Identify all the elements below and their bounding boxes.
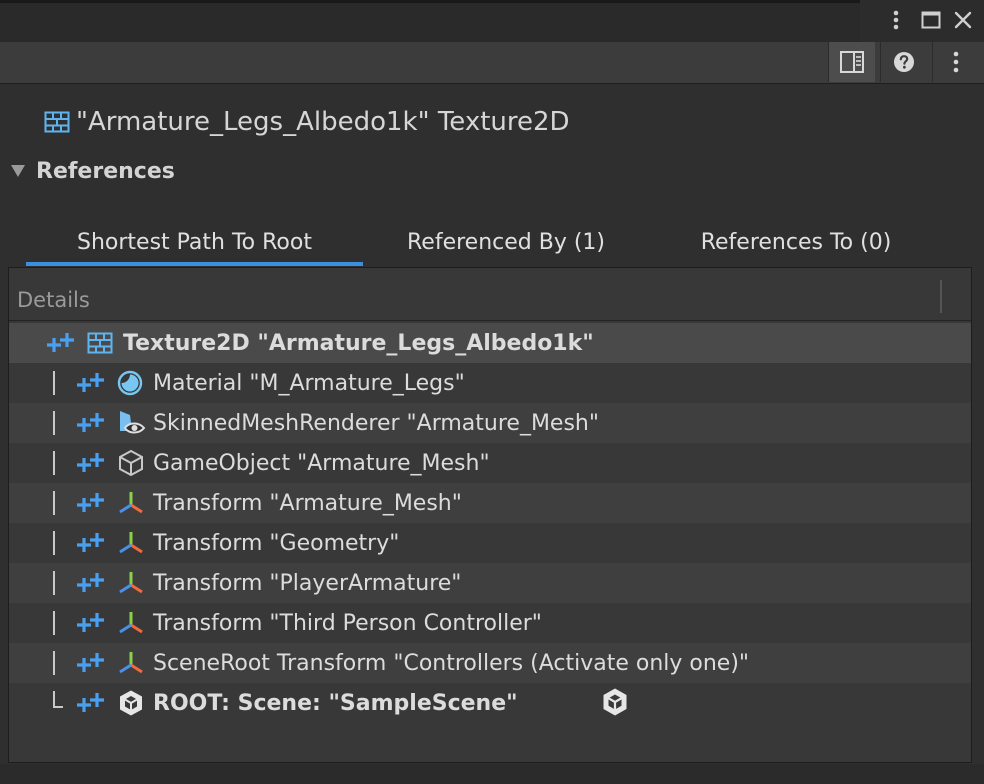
asset-title: "Armature_Legs_Albedo1k" Texture2D (44, 104, 570, 140)
row-label: Material "M_Armature_Legs" (153, 370, 465, 396)
references-foldout[interactable]: References (10, 156, 175, 186)
plus-icon (73, 529, 111, 557)
plus-icon (73, 489, 111, 517)
tab-label: References To (0) (700, 229, 892, 255)
tab-referenced-by[interactable]: Referenced By (1) (383, 222, 629, 262)
asset-title-text: "Armature_Legs_Albedo1k" Texture2D (76, 107, 570, 137)
window-titlebar (0, 0, 984, 42)
references-tabs: Shortest Path To Root Referenced By (1) … (0, 222, 984, 266)
tree-guide-line (53, 371, 55, 395)
close-icon[interactable] (950, 6, 976, 34)
unity-scene-icon (117, 689, 145, 717)
details-panel: Details Texture2D "Armature_Legs_Albedo1… (8, 267, 972, 763)
inspector-toolbar (0, 42, 984, 84)
plus-icon (43, 329, 81, 357)
tab-label: Referenced By (1) (406, 229, 605, 255)
side-panel-icon (840, 51, 864, 73)
row-label: Transform "Armature_Mesh" (153, 490, 462, 516)
row-label: Texture2D "Armature_Legs_Albedo1k" (123, 330, 594, 356)
tree-row-transform[interactable]: Transform "Armature_Mesh" (9, 483, 971, 523)
tree-guide-line (53, 491, 55, 515)
help-button[interactable] (880, 42, 927, 82)
tree-row-transform[interactable]: Transform "Geometry" (9, 523, 971, 563)
kebab-icon (953, 51, 959, 73)
column-resize-handle[interactable] (940, 280, 942, 313)
toggle-panel-button[interactable] (828, 42, 875, 82)
transform-icon (117, 529, 145, 557)
details-column-header[interactable]: Details (9, 268, 971, 321)
row-label: ROOT: Scene: "SampleScene" (153, 690, 518, 716)
foldout-label: References (36, 158, 175, 184)
window-bottom-edge (0, 764, 984, 784)
gameobject-icon (117, 449, 145, 477)
tree-guide-line (53, 411, 55, 435)
tab-references-to[interactable]: References To (0) (670, 222, 922, 262)
row-label: GameObject "Armature_Mesh" (153, 450, 490, 476)
tree-guide-line (53, 571, 55, 595)
details-header-label: Details (17, 288, 90, 312)
tree-guide-corner (53, 691, 63, 708)
plus-icon (73, 689, 111, 717)
tree-row-material[interactable]: Material "M_Armature_Legs" (9, 363, 971, 403)
transform-icon (117, 569, 145, 597)
maximize-icon[interactable] (918, 6, 944, 34)
row-label: Transform "Third Person Controller" (153, 610, 542, 636)
tree-guide-line (53, 531, 55, 555)
tree-guide-line (53, 611, 55, 635)
tree-row-skinned-mesh-renderer[interactable]: SkinnedMeshRenderer "Armature_Mesh" (9, 403, 971, 443)
texture-icon (87, 332, 113, 354)
skinned-mesh-renderer-icon (117, 409, 147, 437)
texture-icon (44, 111, 70, 133)
tree-guide-line (53, 451, 55, 475)
unity-logo-icon (601, 687, 629, 717)
row-label: SkinnedMeshRenderer "Armature_Mesh" (153, 410, 599, 436)
tree-row-texture2d[interactable]: Texture2D "Armature_Legs_Albedo1k" (9, 323, 971, 363)
row-label: Transform "Geometry" (153, 530, 400, 556)
transform-icon (117, 489, 145, 517)
tab-label: Shortest Path To Root (77, 229, 312, 255)
more-options-icon[interactable] (883, 6, 909, 34)
foldout-triangle-icon (10, 164, 26, 178)
help-icon (894, 52, 914, 72)
plus-icon (73, 369, 111, 397)
tree-row-root-scene[interactable]: ROOT: Scene: "SampleScene" (9, 683, 971, 723)
kebab-menu-button[interactable] (932, 42, 979, 82)
row-label: Transform "PlayerArmature" (153, 570, 462, 596)
tab-shortest-path-to-root[interactable]: Shortest Path To Root (26, 222, 363, 266)
plus-icon (73, 609, 111, 637)
material-icon (117, 370, 143, 396)
plus-icon (73, 449, 111, 477)
tree-row-scene-root-transform[interactable]: SceneRoot Transform "Controllers (Activa… (9, 643, 971, 683)
row-label: SceneRoot Transform "Controllers (Activa… (153, 650, 750, 676)
transform-icon (117, 609, 145, 637)
tree-row-transform[interactable]: Transform "Third Person Controller" (9, 603, 971, 643)
titlebar-edge (0, 0, 984, 3)
tree-row-transform[interactable]: Transform "PlayerArmature" (9, 563, 971, 603)
tree-row-gameobject[interactable]: GameObject "Armature_Mesh" (9, 443, 971, 483)
transform-icon (117, 649, 145, 677)
tree-guide-line (53, 651, 55, 675)
plus-icon (73, 569, 111, 597)
plus-icon (73, 409, 111, 437)
plus-icon (73, 649, 111, 677)
